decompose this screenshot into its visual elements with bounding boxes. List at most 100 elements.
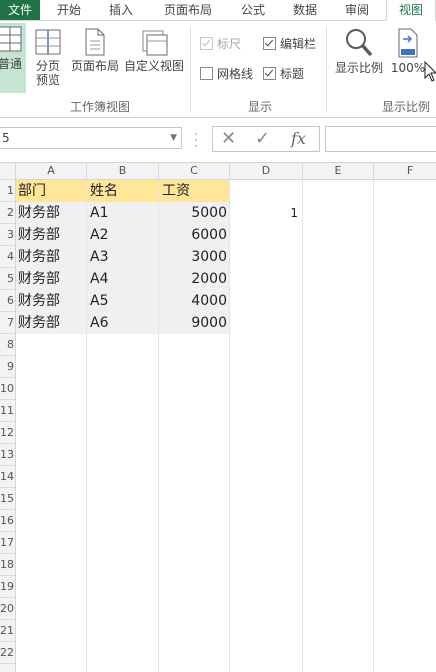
cell-d2[interactable]: 1 bbox=[230, 202, 298, 224]
row-header[interactable]: 6 bbox=[0, 290, 15, 312]
grid-line bbox=[373, 180, 374, 672]
cell-a1[interactable]: 部门 bbox=[18, 180, 46, 202]
column-headers: A B C D E F bbox=[0, 163, 436, 180]
column-header-e[interactable]: E bbox=[303, 163, 374, 179]
cell-a5[interactable]: 财务部 bbox=[18, 268, 60, 290]
column-header-c[interactable]: C bbox=[159, 163, 230, 179]
cell-a6[interactable]: 财务部 bbox=[18, 290, 60, 312]
ruler-checkbox-box bbox=[200, 37, 213, 50]
row-header[interactable]: 13 bbox=[0, 444, 15, 466]
tab-data[interactable]: 数据 bbox=[282, 0, 328, 20]
page-break-preview-button[interactable]: 分页 预览 bbox=[32, 27, 64, 87]
page-layout-view-button[interactable]: 页面布局 bbox=[68, 27, 122, 73]
row-header[interactable]: 10 bbox=[0, 378, 15, 400]
cell-a4[interactable]: 财务部 bbox=[18, 246, 60, 268]
normal-view-button[interactable]: 普通 bbox=[0, 23, 26, 93]
row-header[interactable]: 7 bbox=[0, 312, 15, 334]
resize-handle-icon[interactable]: · · · bbox=[194, 128, 198, 152]
row-header[interactable]: 17 bbox=[0, 532, 15, 554]
zoom-100-button[interactable]: 100% bbox=[390, 27, 426, 75]
cell-b2[interactable]: A1 bbox=[90, 202, 108, 224]
cell-c4[interactable]: 3000 bbox=[159, 246, 227, 268]
cell-b3[interactable]: A2 bbox=[90, 224, 108, 246]
cell-c7[interactable]: 9000 bbox=[159, 312, 227, 334]
cell-a7[interactable]: 财务部 bbox=[18, 312, 60, 334]
tab-formulas[interactable]: 公式 bbox=[230, 0, 276, 20]
chevron-down-icon[interactable]: ▼ bbox=[170, 128, 177, 148]
confirm-icon[interactable]: ✓ bbox=[255, 128, 270, 149]
ruler-checkbox[interactable]: 标尺 bbox=[200, 36, 241, 52]
worksheet-grid[interactable]: 部门 姓名 工资 财务部 A1 5000 1 财务部 A2 6000 财务部 A… bbox=[16, 180, 436, 672]
formula-bar-checkbox-box bbox=[263, 37, 276, 50]
row-header[interactable]: 16 bbox=[0, 510, 15, 532]
cell-b6[interactable]: A5 bbox=[90, 290, 108, 312]
cell-c6[interactable]: 4000 bbox=[159, 290, 227, 312]
headings-checkbox[interactable]: 标题 bbox=[263, 66, 304, 82]
formula-bar-area: 5 ▼ · · · ✕ ✓ fx bbox=[0, 118, 436, 163]
row-header[interactable]: 19 bbox=[0, 576, 15, 598]
row-header[interactable]: 18 bbox=[0, 554, 15, 576]
grid-line bbox=[229, 180, 230, 672]
cell-b1[interactable]: 姓名 bbox=[90, 180, 118, 202]
row-headers: 1 2 3 4 5 6 7 8 9 10 11 12 13 14 15 16 1… bbox=[0, 180, 16, 672]
row-header[interactable]: 22 bbox=[0, 642, 15, 664]
tab-review[interactable]: 审阅 bbox=[334, 0, 380, 20]
cell-c5[interactable]: 2000 bbox=[159, 268, 227, 290]
custom-views-button[interactable]: 自定义视图 bbox=[122, 27, 186, 73]
row-header[interactable]: 1 bbox=[0, 180, 15, 202]
formula-bar-checkbox[interactable]: 编辑栏 bbox=[263, 36, 316, 52]
page-layout-view-label: 页面布局 bbox=[70, 59, 119, 73]
cell-c2[interactable]: 5000 bbox=[159, 202, 227, 224]
tab-home[interactable]: 开始 bbox=[46, 0, 92, 20]
cancel-icon[interactable]: ✕ bbox=[221, 128, 236, 149]
magnifier-icon bbox=[346, 29, 373, 57]
select-all-corner[interactable] bbox=[0, 163, 16, 179]
column-header-b[interactable]: B bbox=[87, 163, 159, 179]
cell-c1[interactable]: 工资 bbox=[162, 180, 190, 202]
ribbon-separator bbox=[326, 27, 327, 113]
workbook-views-group-label: 工作簿视图 bbox=[69, 100, 130, 114]
tab-view[interactable]: 视图 bbox=[386, 0, 436, 21]
name-box[interactable]: 5 ▼ bbox=[0, 127, 182, 149]
zoom-group-label: 显示比例 bbox=[381, 100, 430, 114]
cell-b4[interactable]: A3 bbox=[90, 246, 108, 268]
page-break-preview-label: 分页 bbox=[35, 59, 60, 73]
row-header[interactable]: 8 bbox=[0, 334, 15, 356]
row-header[interactable]: 15 bbox=[0, 488, 15, 510]
gridlines-checkbox[interactable]: 网格线 bbox=[200, 66, 253, 82]
row-header[interactable]: 3 bbox=[0, 224, 15, 246]
formula-buttons: ✕ ✓ fx bbox=[212, 126, 320, 152]
row-header[interactable]: 14 bbox=[0, 466, 15, 488]
tab-file[interactable]: 文件 bbox=[0, 0, 40, 20]
zoom-100-icon bbox=[398, 28, 418, 58]
cell-a3[interactable]: 财务部 bbox=[18, 224, 60, 246]
column-header-a[interactable]: A bbox=[16, 163, 87, 179]
cell-b5[interactable]: A4 bbox=[90, 268, 108, 290]
row-header[interactable]: 9 bbox=[0, 356, 15, 378]
cell-a2[interactable]: 财务部 bbox=[18, 202, 60, 224]
row-header[interactable]: 5 bbox=[0, 268, 15, 290]
ribbon-separator bbox=[190, 27, 191, 113]
normal-view-label: 普通 bbox=[0, 57, 22, 71]
row-header[interactable]: 20 bbox=[0, 598, 15, 620]
column-header-f[interactable]: F bbox=[374, 163, 436, 179]
row-header[interactable]: 2 bbox=[0, 202, 15, 224]
tab-insert[interactable]: 插入 bbox=[98, 0, 144, 20]
ruler-label: 标尺 bbox=[217, 37, 242, 51]
column-header-d[interactable]: D bbox=[230, 163, 303, 179]
row-header[interactable]: 11 bbox=[0, 400, 15, 422]
formula-input[interactable] bbox=[325, 126, 436, 152]
cell-b7[interactable]: A6 bbox=[90, 312, 108, 334]
zoom-button[interactable]: 显示比例 bbox=[334, 27, 384, 75]
insert-function-icon[interactable]: fx bbox=[291, 129, 306, 148]
mouse-cursor-icon bbox=[424, 61, 436, 82]
cell-c3[interactable]: 6000 bbox=[159, 224, 227, 246]
row-header[interactable]: 21 bbox=[0, 620, 15, 642]
grid-line bbox=[302, 180, 303, 672]
zoom-label: 显示比例 bbox=[334, 61, 383, 75]
formula-bar-label: 编辑栏 bbox=[280, 37, 317, 51]
row-header[interactable]: 12 bbox=[0, 422, 15, 444]
tab-page-layout[interactable]: 页面布局 bbox=[152, 0, 224, 20]
name-box-value: 5 bbox=[2, 131, 10, 145]
row-header[interactable]: 4 bbox=[0, 246, 15, 268]
